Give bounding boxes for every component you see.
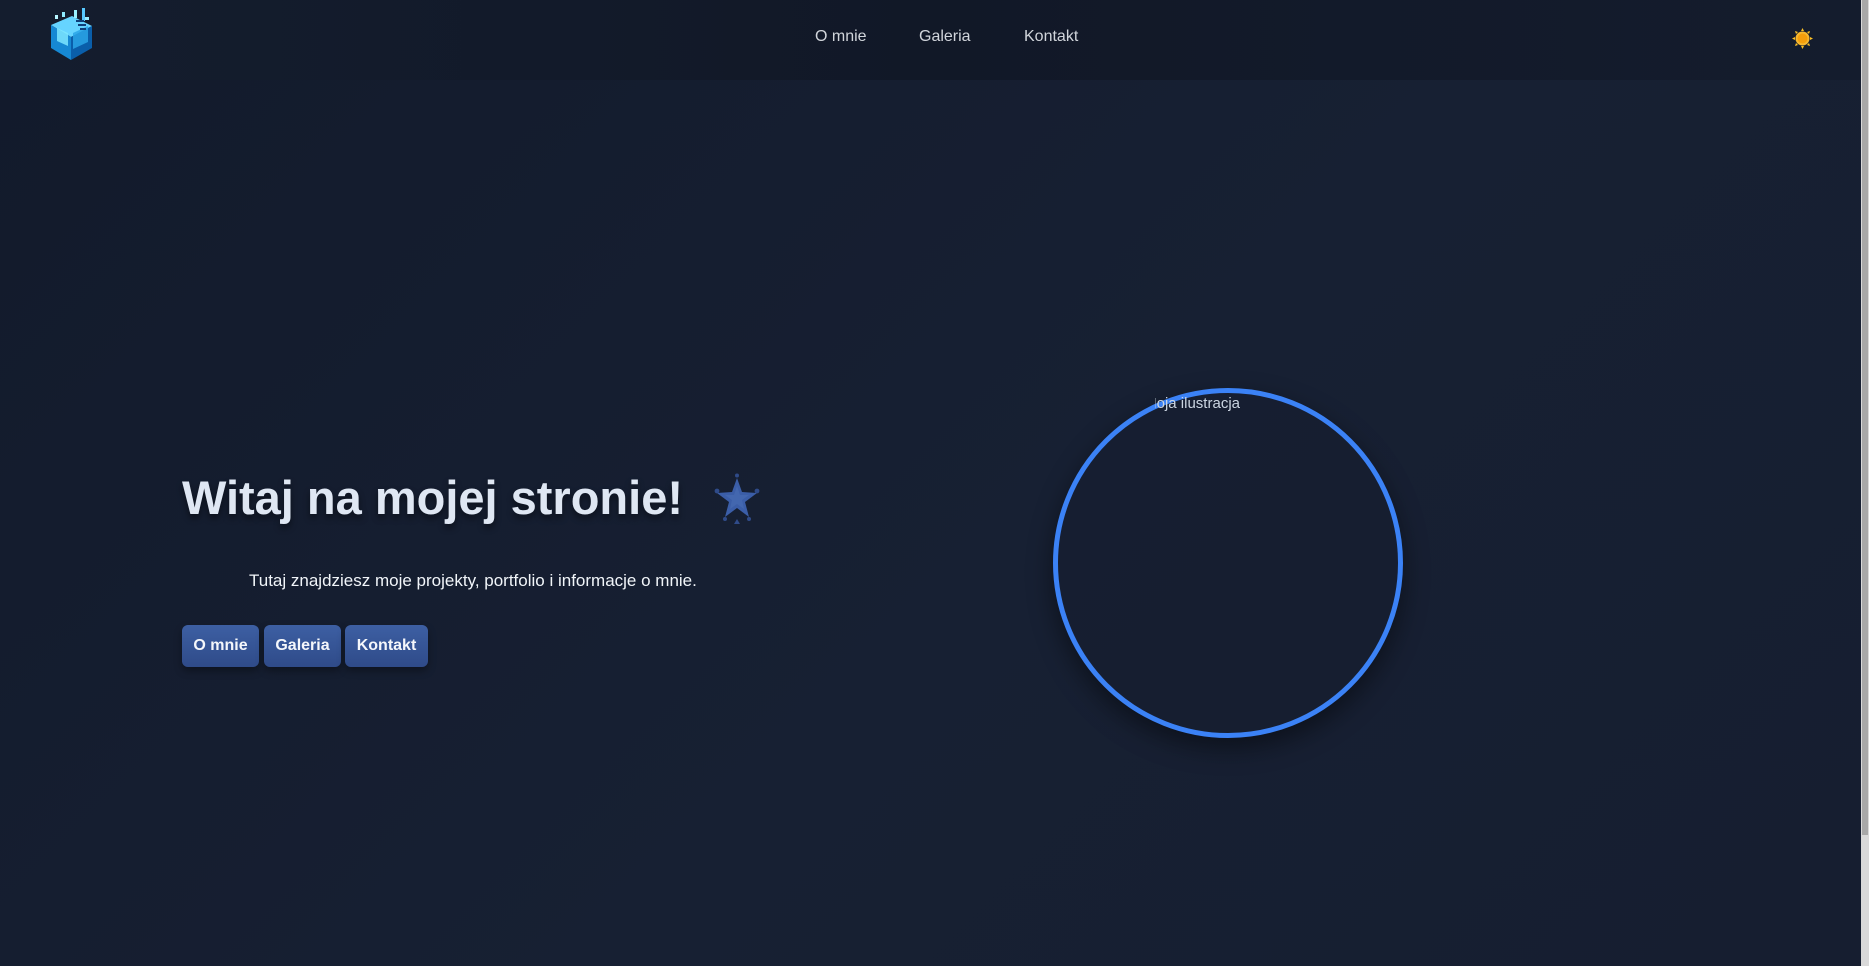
contact-button[interactable]: Kontakt — [345, 625, 428, 667]
gallery-button[interactable]: Galeria — [264, 625, 341, 667]
nav-gallery[interactable]: Galeria — [919, 28, 971, 46]
scrollbar-thumb[interactable] — [1862, 0, 1868, 835]
about-button[interactable]: O mnie — [182, 625, 259, 667]
illustration-frame — [1053, 388, 1403, 738]
illustration-alt-text: Moja ilustracja — [1155, 395, 1240, 412]
nav-contact[interactable]: Kontakt — [1024, 28, 1078, 46]
nav-about[interactable]: O mnie — [815, 28, 867, 46]
sun-icon[interactable] — [1792, 28, 1813, 49]
top-navigation: O mnie Galeria Kontakt — [0, 0, 1861, 80]
page: O mnie Galeria Kontakt Witaj na mojej st… — [0, 0, 1869, 966]
star-icon — [711, 473, 763, 525]
cube-logo-icon[interactable] — [44, 8, 98, 62]
hero-title: Witaj na mojej stronie! — [182, 471, 683, 524]
vertical-scrollbar[interactable] — [1861, 0, 1869, 966]
hero-subtitle: Tutaj znajdziesz moje projekty, portfoli… — [249, 571, 697, 590]
